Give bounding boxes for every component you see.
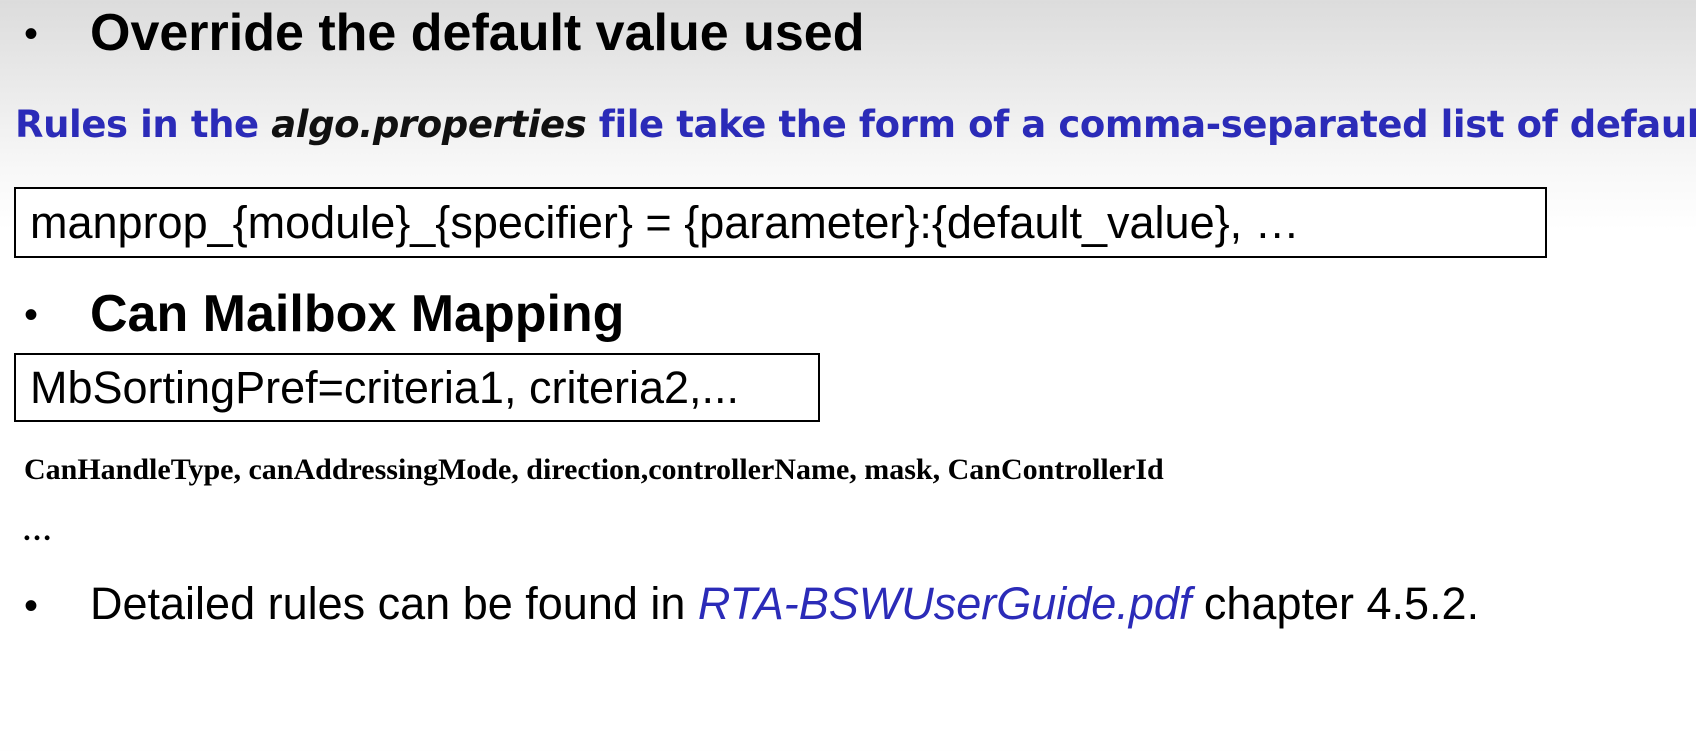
mailbox-sorting-box: MbSortingPref=criteria1, criteria2,... (14, 353, 820, 422)
detailed-rules-prefix: Detailed rules can be found in (90, 578, 698, 629)
bullet-marker: • (24, 293, 39, 337)
heading-can-mailbox-mapping: Can Mailbox Mapping (90, 285, 625, 343)
bullet-marker: • (24, 12, 39, 56)
continuation-ellipsis: … (22, 514, 54, 547)
bullet-marker: • (24, 584, 39, 628)
detailed-rules-suffix: chapter 4.5.2. (1191, 578, 1480, 629)
syntax-text: manprop_{module}_{specifier} = {paramete… (30, 197, 1300, 248)
mailbox-sorting-text: MbSortingPref=criteria1, criteria2,... (30, 362, 740, 413)
properties-file-name: algo.properties (271, 103, 587, 146)
criteria-list: CanHandleType, canAddressingMode, direct… (24, 453, 1164, 486)
syntax-box: manprop_{module}_{specifier} = {paramete… (14, 187, 1547, 258)
rules-description-prefix: Rules in the (15, 103, 272, 146)
user-guide-reference: RTA-BSWUserGuide.pdf (697, 578, 1192, 629)
heading-override-default: Override the default value used (90, 4, 865, 62)
detailed-rules-line: Detailed rules can be found in RTA-BSWUs… (90, 581, 1479, 626)
rules-description: Rules in the algo.properties file take t… (15, 106, 1696, 143)
rules-description-suffix: file take the form of a comma-separated … (586, 103, 1696, 146)
